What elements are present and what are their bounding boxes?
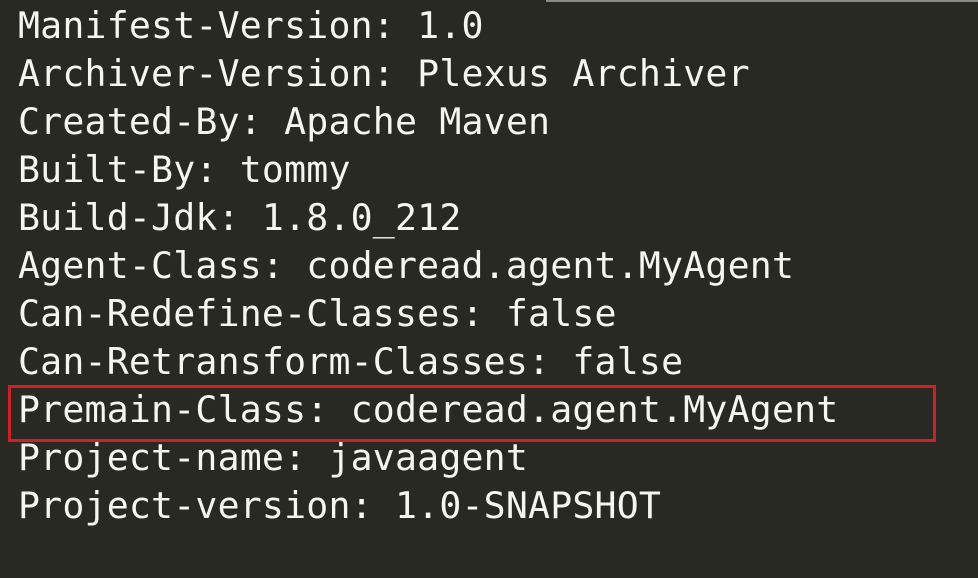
manifest-line-manifest-version: Manifest-Version: 1.0 — [18, 4, 484, 47]
manifest-text: Manifest-Version: 1.0 Archiver-Version: … — [18, 2, 838, 530]
manifest-line-archiver-version: Archiver-Version: Plexus Archiver — [18, 52, 750, 95]
premain-class-highlight-box — [8, 385, 936, 442]
manifest-line-created-by: Created-By: Apache Maven — [18, 100, 551, 143]
terminal-window: Manifest-Version: 1.0 Archiver-Version: … — [0, 0, 978, 578]
manifest-line-built-by: Built-By: tommy — [18, 148, 351, 191]
manifest-line-build-jdk: Build-Jdk: 1.8.0_212 — [18, 196, 462, 239]
manifest-line-agent-class: Agent-Class: coderead.agent.MyAgent — [18, 244, 795, 287]
manifest-line-can-redefine-classes: Can-Redefine-Classes: false — [18, 292, 617, 335]
manifest-line-project-version: Project-version: 1.0-SNAPSHOT — [18, 484, 662, 527]
manifest-line-can-retransform-classes: Can-Retransform-Classes: false — [18, 340, 684, 383]
